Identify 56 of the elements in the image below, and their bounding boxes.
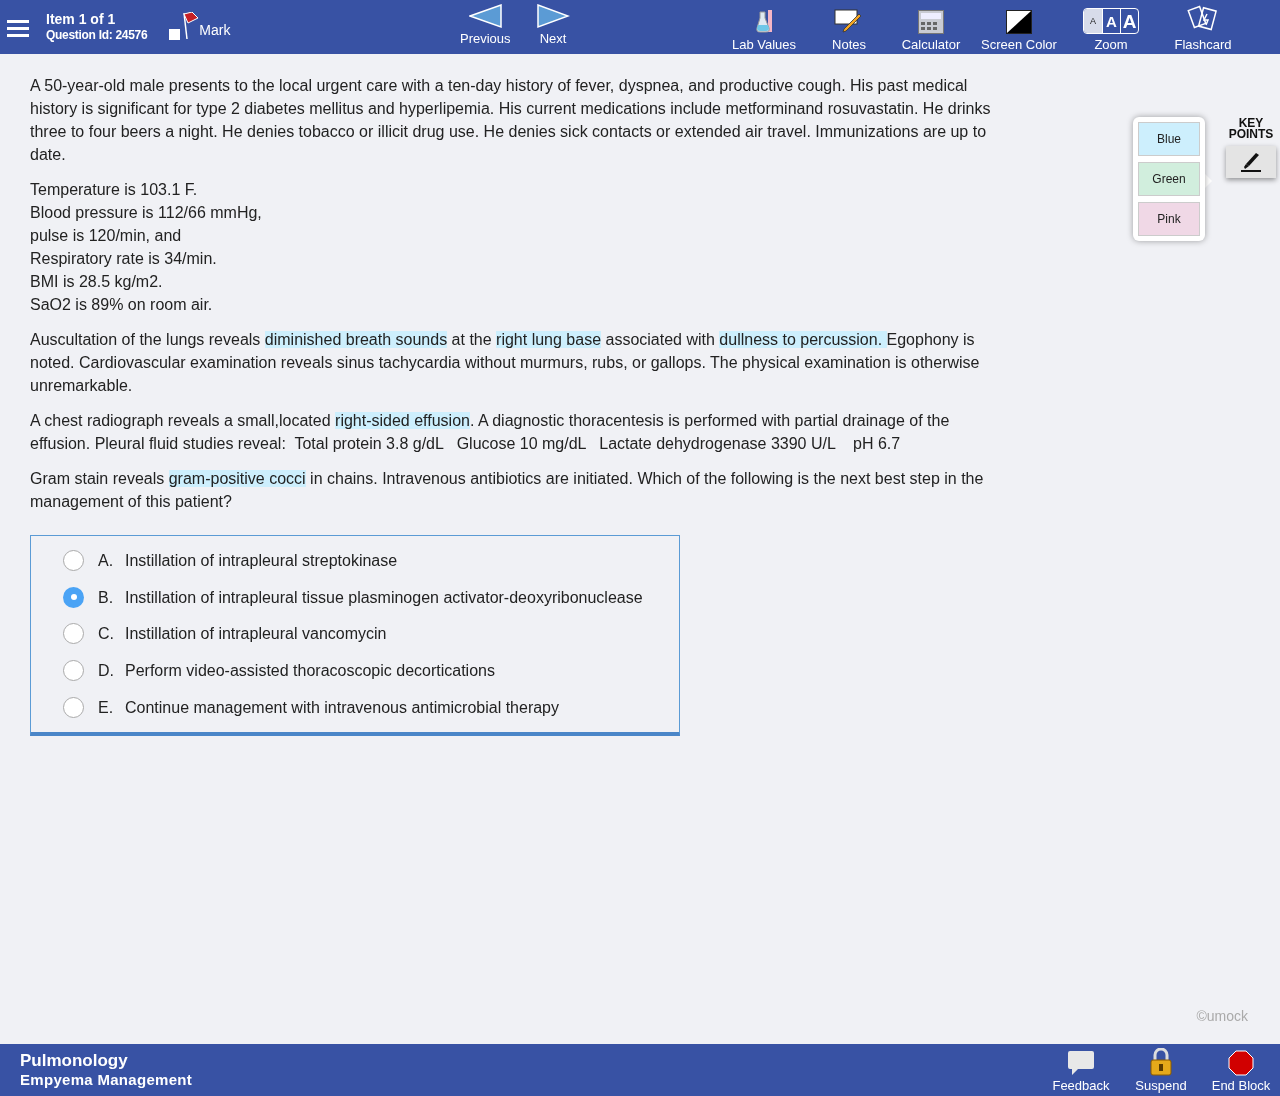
brush-icon (1240, 152, 1262, 172)
suspend-button[interactable]: Suspend (1130, 1047, 1192, 1093)
flask-icon (755, 8, 773, 34)
tool-button[interactable]: Lab Values (722, 4, 806, 52)
tool-button[interactable]: Calculator (892, 4, 970, 52)
choice-letter: A. (98, 550, 115, 571)
radio-button[interactable] (63, 549, 84, 571)
question-id: Question Id: 24576 (46, 28, 148, 44)
stop-sign-icon (1228, 1049, 1254, 1076)
tool-button[interactable]: Screen Color (970, 4, 1068, 52)
highlight-color-button[interactable]: Blue (1138, 122, 1200, 156)
calculator-icon (918, 10, 944, 34)
triangle-icon (468, 4, 502, 29)
speech-bubble-icon (1067, 1049, 1095, 1076)
choice-text[interactable]: Continue management with intravenous antimicrobial therapy (125, 696, 559, 720)
tool-button[interactable]: Notes (806, 4, 892, 52)
choice-letter: E. (98, 698, 115, 719)
feedback-button[interactable]: Feedback (1050, 1047, 1112, 1093)
tool-button[interactable]: Flashcard (1154, 4, 1252, 52)
zoom-selector[interactable]: A A A (1083, 8, 1139, 34)
choice-letter: B. (98, 587, 115, 608)
flag-icon[interactable] (183, 11, 200, 40)
choice-text[interactable]: Instillation of intrapleural vancomycin (125, 622, 387, 646)
choice-letter: C. (98, 624, 115, 645)
radio-button[interactable] (63, 623, 84, 645)
key-points-title: KEY POINTS (1227, 118, 1275, 140)
highlight-color-button[interactable]: Pink (1138, 202, 1200, 236)
contrast-icon (1006, 10, 1032, 34)
choice-text[interactable]: Instillation of intrapleural tissue plasminogen activator-deoxyribonuclease (125, 585, 643, 609)
highlighter-button[interactable] (1226, 146, 1276, 178)
next-button[interactable]: Next (532, 4, 574, 46)
item-counter: Item 1 of 1 (46, 10, 117, 29)
triangle-icon (536, 4, 570, 29)
highlight-color-button[interactable]: Green (1138, 162, 1200, 196)
tool-button[interactable]: A A A Zoom (1068, 4, 1154, 52)
question-paragraph: A chest radiograph reveals a small,located right-sided effusion. A diagnostic thoracentesis is performed with partial drainage of the effusion. Pleural fluid studies reveal: Total protein 3.8 g/dL Glucose 10 mg/dL Lactate dehydrogenase 3390 U/L pH 6.7 (30, 411, 951, 454)
mark-checkbox[interactable] (169, 28, 181, 40)
copyright-text: ©umock (1196, 1008, 1248, 1024)
radio-button[interactable] (63, 660, 84, 682)
question-paragraph: Auscultation of the lungs reveals diminished breath sounds at the right lung base associated with dullness to percussion. Egophony is noted. Cardiovascular examination reveals sinus tachycardia without murmurs, rubs, or gallops. The physical examination is otherwise unremarkable. (30, 330, 981, 396)
radio-button[interactable] (63, 586, 84, 608)
padlock-icon (1149, 1047, 1173, 1076)
question-paragraph: A 50-year-old male presents to the local urgent care with a ten-day history of fever, dyspnea, and productive cough. His past medical history is significant for type 2 diabetes mellitus and hyperlipemia. His current medications include metforminand rosuvastatin. He drinks three to four beers a night. He denies tobacco or illicit drug use. He denies sick contacts or extended air travel. Immunizations are up to date. (30, 76, 992, 165)
topic-title: Empyema Management (20, 1071, 193, 1089)
notepad-pencil-icon (834, 8, 864, 34)
menu-icon[interactable] (7, 18, 29, 37)
choice-letter: D. (98, 661, 115, 682)
question-paragraph: Temperature is 103.1 F. Blood pressure is 112/66 mmHg, pulse is 120/min, and Respiratory rate is 34/min. BMI is 28.5 kg/m2. SaO2 is 89% on room air. (30, 180, 263, 315)
choice-text[interactable]: Perform video-assisted thoracoscopic decortications (125, 659, 495, 683)
previous-button[interactable]: Previous (456, 4, 515, 46)
mark-label[interactable]: Mark (199, 19, 231, 41)
end-button[interactable]: End Block (1210, 1047, 1272, 1093)
choice-text[interactable]: Instillation of intrapleural streptokinase (125, 548, 398, 572)
radio-button[interactable] (63, 697, 84, 719)
subject-title: Pulmonology (20, 1051, 129, 1071)
question-paragraph: Gram stain reveals gram-positive cocci in chains. Intravenous antibiotics are initiated. Which of the following is the next best step in the management of this patient? (30, 469, 985, 512)
